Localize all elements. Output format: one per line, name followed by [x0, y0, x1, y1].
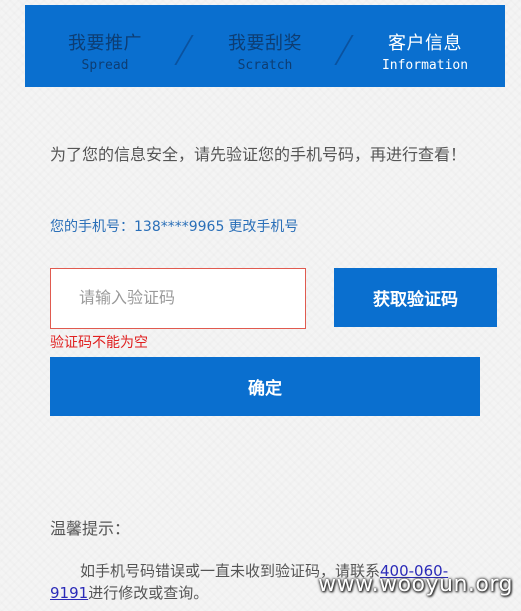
tab-spread-title: 我要推广: [68, 33, 142, 54]
phone-label: 您的手机号：: [50, 219, 134, 235]
watermark: www.wooyun.org: [318, 572, 513, 597]
tab-scratch-title: 我要刮奖: [228, 33, 302, 54]
tab-information-title: 客户信息: [388, 33, 462, 54]
phone-line: 您的手机号：138****9965 更改手机号: [50, 218, 298, 236]
confirm-button[interactable]: 确定: [50, 357, 480, 416]
security-notice: 为了您的信息安全，请先验证您的手机号码，再进行查看！: [50, 145, 467, 164]
tab-information-subtitle: Information: [381, 58, 469, 73]
tab-information[interactable]: 客户信息 Information: [345, 5, 505, 87]
tab-scratch-subtitle: Scratch: [237, 58, 293, 73]
code-error-message: 验证码不能为空: [50, 335, 148, 351]
page: 我要推广 Spread 我要刮奖 Scratch 客户信息 Informatio…: [0, 0, 521, 611]
tips-title: 温馨提示：: [50, 519, 131, 538]
verification-code-input[interactable]: [50, 268, 306, 329]
change-phone-link[interactable]: 更改手机号: [228, 219, 298, 235]
tab-spread[interactable]: 我要推广 Spread: [25, 5, 185, 87]
tips-body-suffix: 进行修改或查询。: [88, 584, 209, 602]
tab-spread-subtitle: Spread: [81, 58, 129, 73]
tab-scratch[interactable]: 我要刮奖 Scratch: [185, 5, 345, 87]
top-nav: 我要推广 Spread 我要刮奖 Scratch 客户信息 Informatio…: [25, 5, 505, 87]
get-code-button[interactable]: 获取验证码: [334, 268, 497, 327]
phone-number: 138****9965: [134, 219, 225, 235]
